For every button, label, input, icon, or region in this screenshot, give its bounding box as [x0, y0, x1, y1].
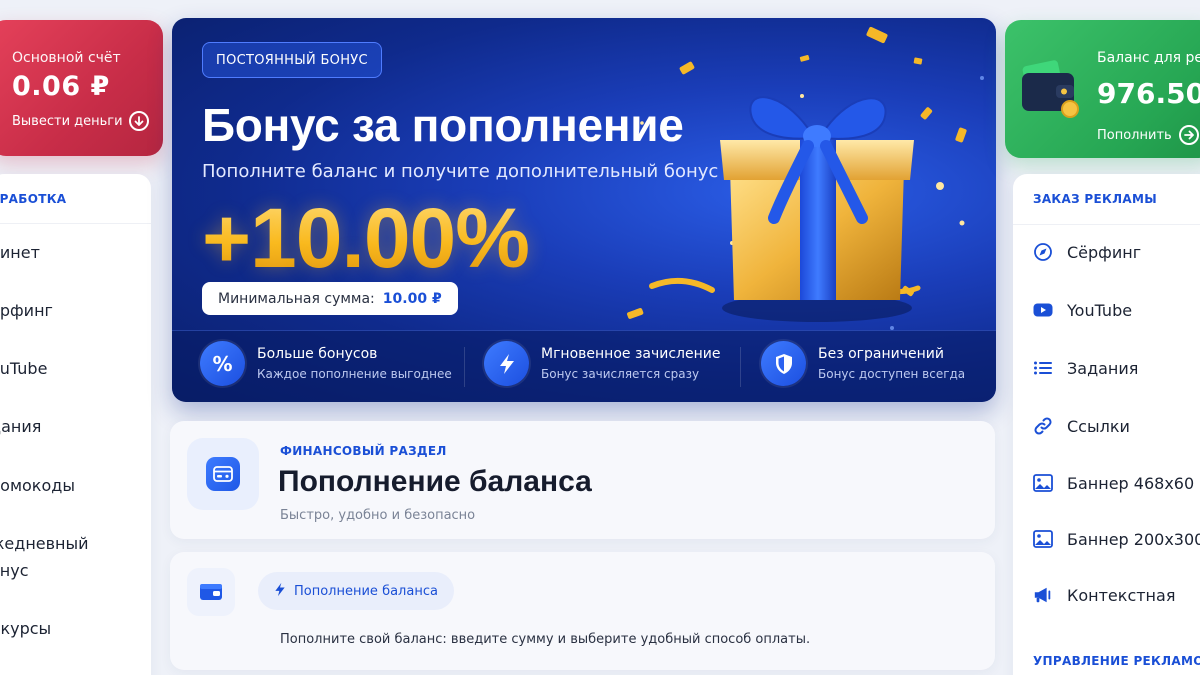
nav-item-contextual[interactable]: Контекстная: [1033, 585, 1175, 605]
nav-item-banner-200[interactable]: Баннер 200x300: [1033, 529, 1200, 549]
nav-item-label: Ссылки: [1067, 416, 1130, 436]
bonus-hero-banner: ПОСТОЯННЫЙ БОНУС Бонус за пополнение Поп…: [172, 18, 996, 402]
withdraw-label: Вывести деньги: [12, 113, 123, 129]
nav-item-youtube[interactable]: ouTube: [0, 356, 47, 382]
youtube-icon: [1033, 300, 1053, 320]
main-account-label: Основной счёт: [12, 50, 121, 66]
hero-subtitle: Пополните баланс и получите дополнительн…: [202, 161, 719, 182]
shield-icon: [761, 341, 806, 386]
bolt-icon: [484, 341, 529, 386]
main-account-amount: 0.06 ₽: [12, 71, 110, 102]
arrow-down-circle-icon: [128, 111, 149, 131]
nav-item-ad-youtube[interactable]: YouTube: [1033, 300, 1132, 320]
compass-icon: [1033, 242, 1053, 262]
earnings-section-title: АРАБОТКА: [0, 192, 151, 224]
megaphone-icon: [1033, 585, 1053, 605]
ad-balance-label: Баланс для ре: [1097, 50, 1200, 66]
topup-tab[interactable]: Пополнение баланса: [258, 572, 454, 610]
ad-balance-amount: 976.50: [1097, 77, 1200, 110]
top-up-button[interactable]: Пополнить: [1097, 125, 1199, 145]
section-divider: [1013, 224, 1200, 225]
bolt-icon: [274, 582, 286, 601]
ad-order-section-title: ЗАКАЗ РЕКЛАМЫ: [1033, 192, 1157, 206]
topup-tab-label: Пополнение баланса: [294, 583, 438, 599]
feature-title: Больше бонусов: [257, 346, 378, 362]
nav-item-label: Баннер 468x60: [1067, 473, 1195, 493]
hero-title: Бонус за пополнение: [202, 99, 684, 151]
nav-item-ad-links[interactable]: Ссылки: [1033, 416, 1130, 436]
feature-title: Без ограничений: [818, 346, 944, 362]
nav-item-ad-surfing[interactable]: Сёрфинг: [1033, 242, 1141, 262]
earnings-nav: АРАБОТКА бинет ёрфинг ouTube дания ромок…: [0, 174, 151, 675]
bonus-percent: +10.00%: [202, 191, 530, 285]
nav-item-contests[interactable]: нкурсы: [0, 616, 51, 642]
nav-item-surfing[interactable]: ёрфинг: [0, 298, 53, 324]
nav-item-promocodes[interactable]: ромокоды: [0, 473, 75, 499]
feature-divider: [464, 347, 465, 387]
finance-section-header: ФИНАНСОВЫЙ РАЗДЕЛ Пополнение баланса Быс…: [170, 421, 995, 539]
feature-divider: [740, 347, 741, 387]
ad-management-section-title: УПРАВЛЕНИЕ РЕКЛАМОЙ: [1033, 654, 1200, 668]
finance-kicker: ФИНАНСОВЫЙ РАЗДЕЛ: [280, 444, 447, 458]
feature-desc: Каждое пополнение выгоднее: [257, 367, 452, 381]
minimum-amount-chip: Минимальная сумма: 10.00 ₽: [202, 282, 458, 315]
finance-description: Быстро, удобно и безопасно: [280, 508, 476, 523]
minimum-amount-label: Минимальная сумма:: [218, 290, 375, 307]
nav-item-ad-tasks[interactable]: Задания: [1033, 358, 1138, 378]
list-icon: [1033, 358, 1053, 378]
withdraw-button[interactable]: Вывести деньги: [12, 111, 163, 131]
nav-item-banner-468[interactable]: Баннер 468x60: [1033, 473, 1194, 493]
nav-item-tasks[interactable]: дания: [0, 414, 41, 440]
image-icon: [1033, 529, 1053, 549]
payment-card-icon: [206, 457, 240, 491]
wallet-icon: [200, 584, 222, 600]
feature-more-bonuses: % Больше бонусов Каждое пополнение выгод…: [200, 341, 452, 386]
main-account-card: Основной счёт 0.06 ₽ Вывести деньги: [0, 20, 163, 156]
ad-order-nav: ЗАКАЗ РЕКЛАМЫ Сёрфинг YouTube Задания Сс…: [1013, 174, 1200, 675]
link-icon: [1033, 416, 1053, 436]
arrow-right-circle-icon: [1178, 125, 1199, 145]
feature-instant-credit: Мгновенное зачисление Бонус зачисляется …: [484, 341, 720, 386]
nav-item-label: Сёрфинг: [1067, 242, 1142, 262]
topup-instructions: Пополните свой баланс: введите сумму и в…: [280, 632, 811, 647]
feature-title: Мгновенное зачисление: [541, 346, 721, 362]
feature-desc: Бонус доступен всегда: [818, 367, 966, 381]
payment-card-tile: [187, 438, 259, 510]
nav-item-label: Задания: [1067, 358, 1139, 378]
top-up-label: Пополнить: [1097, 127, 1172, 143]
hero-features-bar: % Больше бонусов Каждое пополнение выгод…: [172, 330, 996, 402]
nav-item-daily-bonus-2[interactable]: онус: [0, 558, 29, 584]
feature-desc: Бонус зачисляется сразу: [541, 367, 700, 381]
gift-box-icon: [720, 96, 914, 322]
wallet-tile: [187, 568, 235, 616]
ad-balance-card: Баланс для ре 976.50 Пополнить: [1005, 20, 1200, 158]
nav-item-label: Контекстная: [1067, 585, 1176, 605]
nav-item-label: Баннер 200x300: [1067, 529, 1200, 549]
wallet-icon: [1022, 60, 1079, 118]
image-icon: [1033, 473, 1053, 493]
nav-item-cabinet[interactable]: бинет: [0, 240, 40, 266]
feature-no-limits: Без ограничений Бонус доступен всегда: [761, 341, 965, 386]
nav-item-label: YouTube: [1067, 300, 1133, 320]
minimum-amount-value: 10.00 ₽: [382, 290, 442, 307]
permanent-bonus-badge: ПОСТОЯННЫЙ БОНУС: [202, 42, 382, 78]
topup-card: Пополнение баланса Пополните свой баланс…: [170, 552, 995, 670]
percent-icon: %: [200, 341, 245, 386]
finance-title: Пополнение баланса: [278, 465, 592, 498]
nav-item-daily-bonus[interactable]: жедневный: [0, 531, 89, 557]
